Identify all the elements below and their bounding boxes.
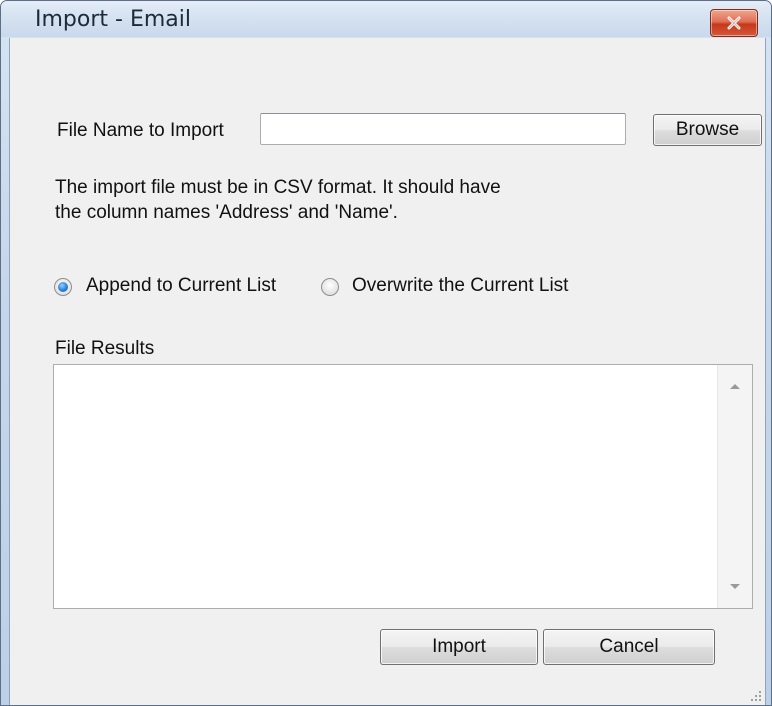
dialog-body: File Name to Import Browse The import fi… (9, 38, 766, 705)
title-bar[interactable]: Import - Email (1, 1, 771, 37)
help-text-line-1: The import file must be in CSV format. I… (55, 177, 501, 198)
file-results-label: File Results (55, 338, 155, 359)
append-radio[interactable] (54, 278, 72, 296)
overwrite-radio[interactable] (321, 278, 339, 296)
scroll-down-arrow-icon (729, 578, 741, 596)
file-name-input[interactable] (260, 113, 626, 145)
append-radio-label[interactable]: Append to Current List (86, 275, 276, 297)
window-title: Import - Email (35, 7, 191, 32)
cancel-button[interactable]: Cancel (543, 629, 715, 665)
resize-grip-icon[interactable] (748, 688, 762, 702)
close-button[interactable] (710, 9, 758, 37)
results-scrollbar[interactable] (717, 365, 752, 608)
close-icon (726, 16, 742, 30)
file-results-textarea[interactable] (53, 364, 753, 609)
scroll-up-arrow-icon (729, 377, 741, 395)
browse-button[interactable]: Browse (653, 114, 762, 146)
scroll-down-button[interactable] (718, 570, 752, 604)
help-text-line-2: the column names 'Address' and 'Name'. (55, 202, 398, 223)
file-name-label: File Name to Import (57, 120, 224, 141)
scroll-up-button[interactable] (718, 369, 752, 403)
import-email-dialog: Import - Email File Name to Import Brows… (0, 0, 772, 706)
import-button[interactable]: Import (380, 629, 538, 665)
overwrite-radio-label[interactable]: Overwrite the Current List (352, 275, 568, 297)
